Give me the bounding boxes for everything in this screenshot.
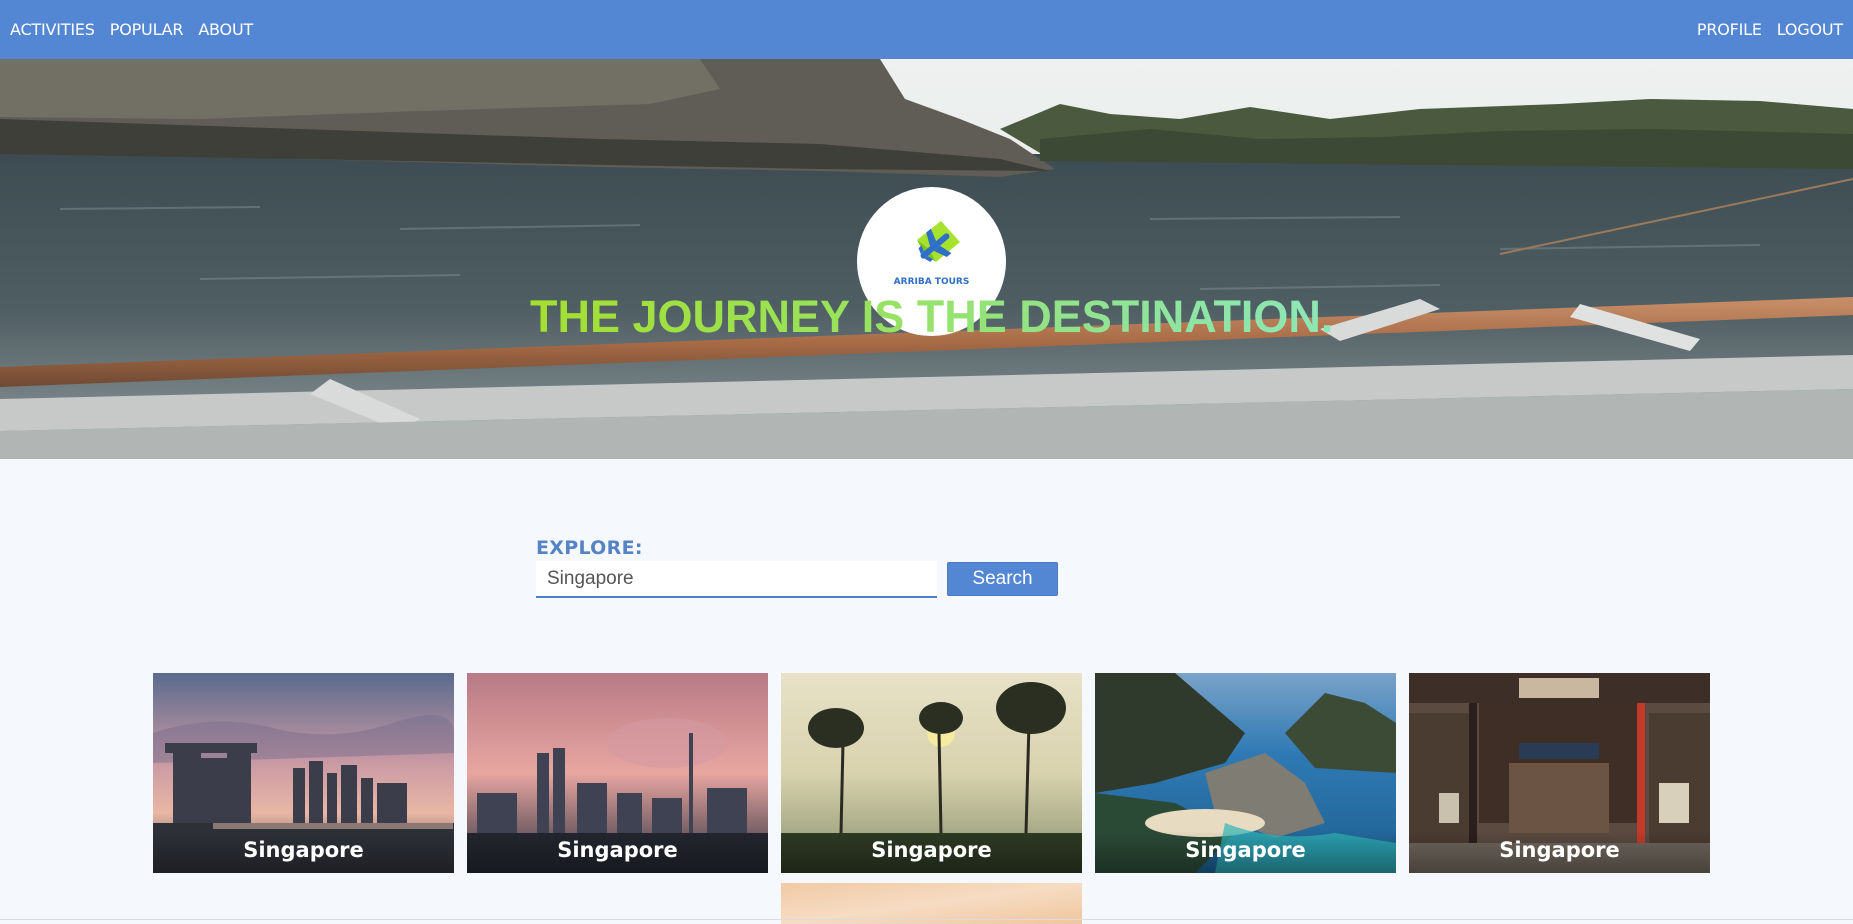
destination-name: Singapore <box>467 831 768 873</box>
destination-card[interactable]: Singapore <box>1409 673 1710 873</box>
search-button[interactable]: Search <box>947 562 1058 596</box>
destination-image <box>781 883 1082 924</box>
logo-text: ARRIBA TOURS <box>893 277 970 287</box>
destination-name: Singapore <box>781 831 1082 873</box>
nav-left-group: ACTIVITIES POPULAR ABOUT <box>10 20 253 39</box>
destination-card[interactable]: Singapore <box>1095 673 1396 873</box>
explore-label: EXPLORE: <box>536 537 643 559</box>
search-input[interactable] <box>536 561 937 598</box>
page-divider <box>0 919 1853 920</box>
hero-headline: THE JOURNEY IS THE DESTINATION. <box>530 291 1350 343</box>
destination-name: Singapore <box>1409 831 1710 873</box>
destination-name: Singapore <box>1095 831 1396 873</box>
destination-card-partial[interactable] <box>781 883 1082 924</box>
nav-activities-link[interactable]: ACTIVITIES <box>10 20 95 39</box>
top-nav-bar: ACTIVITIES POPULAR ABOUT PROFILE LOGOUT <box>0 0 1853 59</box>
nav-popular-link[interactable]: POPULAR <box>110 20 184 39</box>
hero-banner: ARRIBA TOURS THE JOURNEY IS THE DESTINAT… <box>0 59 1853 459</box>
destination-card[interactable]: Singapore <box>467 673 768 873</box>
destination-card[interactable]: Singapore <box>781 673 1082 873</box>
nav-logout-link[interactable]: LOGOUT <box>1777 20 1843 39</box>
nav-about-link[interactable]: ABOUT <box>198 20 253 39</box>
nav-profile-link[interactable]: PROFILE <box>1697 20 1762 39</box>
destination-name: Singapore <box>153 831 454 873</box>
destination-card[interactable]: Singapore <box>153 673 454 873</box>
nav-right-group: PROFILE LOGOUT <box>1697 20 1843 39</box>
